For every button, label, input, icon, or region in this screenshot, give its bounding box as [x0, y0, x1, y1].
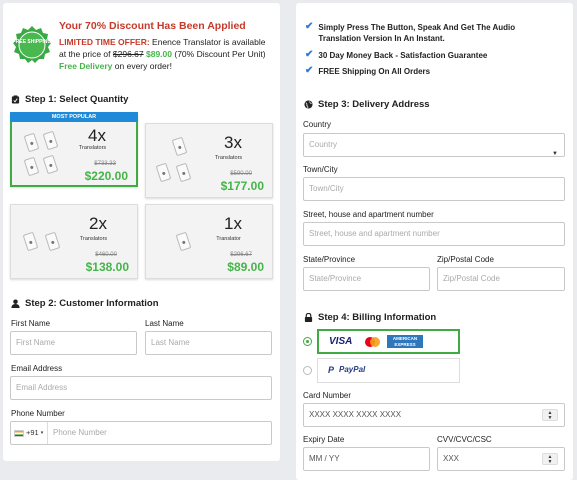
option-label: Translators — [214, 155, 243, 161]
country-code-select[interactable]: +91 ▾ — [11, 422, 48, 444]
cvv-label: CVV/CVC/CSC — [437, 435, 492, 444]
translator-device-icon — [19, 217, 79, 272]
left-panel: FREE SHIPPING Your 70% Discount Has Been… — [3, 3, 280, 461]
zip-input[interactable]: Zip/Postal Code — [437, 267, 565, 291]
option-label: Translator — [216, 236, 241, 242]
paypal-payment-option[interactable]: P PayPal — [317, 358, 460, 383]
benefit-item: ✔ Simply Press The Button, Speak And Get… — [305, 21, 516, 44]
email-label: Email Address — [11, 364, 63, 373]
option-qty: 3x — [224, 133, 242, 152]
lock-icon — [304, 313, 313, 322]
amex-logo: AMERICAN EXPRESS — [387, 335, 423, 348]
option-old-price: $460.00 — [95, 252, 117, 258]
offer-tail: on every order! — [114, 61, 172, 71]
step3-title: Step 3: Delivery Address — [304, 99, 430, 110]
offer-new-price: $89.00 — [146, 49, 172, 59]
discount-text: LIMITED TIME OFFER: Enence Translator is… — [59, 36, 271, 72]
first-name-input[interactable]: First Name — [10, 331, 137, 355]
country-select[interactable]: Country ▼ — [303, 133, 565, 157]
clipboard-icon — [11, 95, 20, 104]
city-label: Town/City — [303, 165, 338, 174]
option-price: $220.00 — [84, 169, 128, 183]
offer-old-price: $296.67 — [112, 49, 144, 59]
offer-discount: (70% Discount Per Unit) — [174, 49, 266, 59]
first-name-label: First Name — [11, 319, 51, 328]
card-payment-option[interactable]: VISA AMERICAN EXPRESS — [317, 329, 460, 354]
card-payment-radio[interactable] — [303, 337, 312, 346]
street-input[interactable]: Street, house and apartment number — [303, 222, 565, 246]
benefit-item: ✔ FREE Shipping On All Orders — [305, 65, 431, 77]
state-label: State/Province — [303, 255, 356, 264]
option-old-price: $733.33 — [94, 161, 116, 167]
street-label: Street, house and apartment number — [303, 210, 434, 219]
most-popular-banner: MOST POPULAR — [10, 112, 138, 122]
paypal-payment-radio[interactable] — [303, 366, 312, 375]
phone-placeholder: Phone Number — [53, 428, 107, 437]
translator-device-icon — [20, 126, 80, 181]
quantity-option-1x[interactable]: 1x Translator $296.67 $89.00 — [145, 204, 273, 279]
translator-device-icon — [154, 217, 214, 272]
option-label: Translators — [79, 236, 108, 242]
option-label: Translators — [78, 145, 107, 151]
option-price: $89.00 — [227, 260, 264, 274]
last-name-input[interactable]: Last Name — [145, 331, 272, 355]
mastercard-icon — [365, 337, 380, 347]
right-panel: ✔ Simply Press The Button, Speak And Get… — [296, 3, 573, 480]
visa-logo: VISA — [329, 336, 353, 347]
check-icon: ✔ — [305, 21, 314, 32]
card-number-stepper[interactable]: ▲ ▼ — [542, 409, 558, 421]
last-name-label: Last Name — [145, 319, 184, 328]
city-input[interactable]: Town/City — [303, 177, 565, 201]
paypal-logo: PayPal — [339, 365, 366, 374]
expiry-label: Expiry Date — [303, 435, 345, 444]
quantity-option-4x[interactable]: MOST POPULAR 4x Translators $733.33 $220… — [10, 112, 138, 187]
paypal-icon: P — [328, 365, 335, 375]
free-delivery: Free Delivery — [59, 61, 113, 71]
option-price: $177.00 — [220, 179, 264, 193]
check-icon: ✔ — [305, 65, 314, 76]
card-number-label: Card Number — [303, 391, 352, 400]
benefit-item: ✔ 30 Day Money Back - Satisfaction Guara… — [305, 49, 488, 61]
step4-title: Step 4: Billing Information — [304, 312, 436, 323]
card-number-input[interactable]: XXXX XXXX XXXX XXXX ▲ ▼ — [303, 403, 565, 427]
step2-title: Step 2: Customer Information — [11, 298, 159, 309]
india-flag-icon — [14, 429, 24, 437]
globe-icon — [304, 100, 313, 109]
free-shipping-badge-icon: FREE SHIPPING — [13, 26, 52, 63]
country-label: Country — [303, 120, 332, 129]
option-old-price: $590.00 — [230, 171, 252, 177]
badge-text: FREE SHIPPING — [13, 39, 52, 45]
check-icon: ✔ — [305, 49, 314, 60]
option-old-price: $296.67 — [230, 252, 252, 258]
cvv-input[interactable]: XXX ▲ ▼ — [437, 447, 565, 471]
zip-label: Zip/Postal Code — [437, 255, 494, 264]
chevron-down-icon: ▼ — [552, 151, 558, 157]
quantity-option-2x[interactable]: 2x Translators $460.00 $138.00 — [10, 204, 138, 279]
step1-title: Step 1: Select Quantity — [11, 94, 128, 105]
option-qty: 1x — [224, 214, 242, 233]
discount-title: Your 70% Discount Has Been Applied — [59, 20, 246, 32]
email-input[interactable]: Email Address — [10, 376, 272, 400]
chevron-down-icon: ▾ — [40, 430, 44, 436]
option-qty: 4x — [88, 126, 106, 145]
state-input[interactable]: State/Province — [303, 267, 430, 291]
phone-label: Phone Number — [11, 409, 65, 418]
cvv-stepper[interactable]: ▲ ▼ — [542, 453, 558, 465]
quantity-option-3x[interactable]: 3x Translators $590.00 $177.00 — [145, 123, 273, 198]
translator-device-icon — [154, 136, 214, 191]
expiry-input[interactable]: MM / YY — [303, 447, 430, 471]
phone-input[interactable]: +91 ▾ Phone Number — [10, 421, 272, 445]
offer-label: LIMITED TIME OFFER: — [59, 37, 150, 47]
user-icon — [11, 299, 20, 308]
option-qty: 2x — [89, 214, 107, 233]
option-price: $138.00 — [85, 260, 129, 274]
